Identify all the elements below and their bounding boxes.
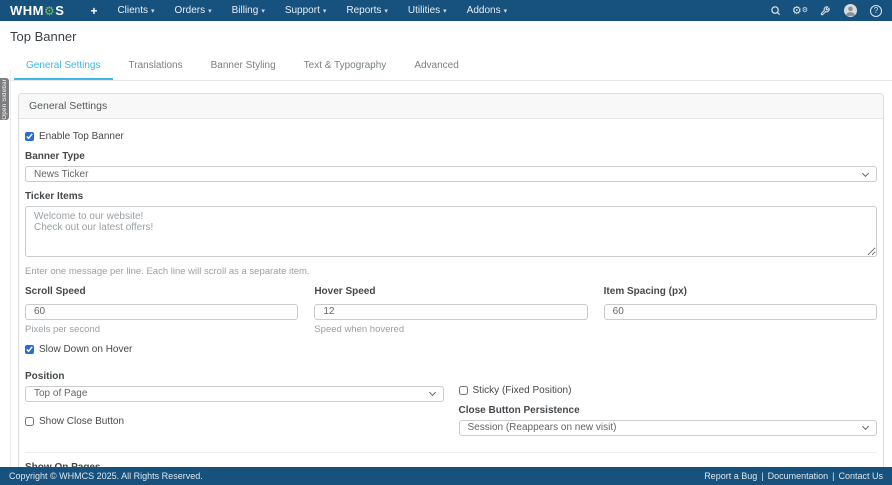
section-divider	[25, 452, 877, 453]
footer-bar: Copyright © WHMCS 2025. All Rights Reser…	[0, 467, 892, 485]
logo-text-prefix: WHM	[10, 3, 44, 18]
chevron-down-icon: ▾	[261, 7, 265, 15]
scroll-speed-label: Scroll Speed	[25, 286, 298, 297]
search-icon[interactable]	[769, 5, 781, 17]
item-spacing-input[interactable]	[604, 304, 877, 320]
tab-banner-styling[interactable]: Banner Styling	[199, 54, 288, 80]
scroll-speed-input[interactable]	[25, 304, 298, 320]
tab-translations[interactable]: Translations	[117, 54, 195, 80]
ticker-items-help: Enter one message per line. Each line wi…	[25, 266, 877, 277]
menu-addons[interactable]: Addons ▾	[467, 5, 507, 16]
page-header: Top Banner	[0, 21, 892, 44]
menu-support[interactable]: Support ▾	[285, 5, 327, 16]
select-chevron-icon	[428, 389, 435, 396]
position-label: Position	[25, 371, 444, 382]
sticky-checkbox[interactable]	[459, 386, 468, 395]
hover-speed-label: Hover Speed	[314, 286, 587, 297]
footer-links: Report a Bug | Documentation | Contact U…	[704, 471, 883, 481]
system-settings-cogs-icon[interactable]: ⚙⚙	[794, 5, 806, 17]
open-sidebar-toggle[interactable]: Open Sidebar	[0, 78, 9, 120]
close-persistence-select[interactable]: Session (Reappears on new visit)	[459, 420, 878, 436]
logo-gear-icon: ⚙	[44, 4, 55, 18]
select-chevron-icon	[862, 423, 869, 430]
quick-add-button[interactable]: +	[90, 4, 97, 18]
footer-separator: |	[832, 471, 834, 481]
documentation-link[interactable]: Documentation	[768, 471, 829, 481]
enable-top-banner-row: Enable Top Banner	[25, 131, 877, 142]
chevron-down-icon: ▾	[504, 7, 508, 15]
show-close-button-checkbox[interactable]	[25, 417, 34, 426]
ticker-items-textarea[interactable]	[25, 206, 877, 257]
slow-down-hover-row: Slow Down on Hover	[25, 344, 877, 355]
banner-type-select[interactable]: News Ticker	[25, 166, 877, 182]
show-close-button-row: Show Close Button	[25, 416, 444, 427]
wrench-icon[interactable]	[819, 5, 831, 17]
contact-us-link[interactable]: Contact Us	[838, 471, 883, 481]
enable-top-banner-checkbox[interactable]	[25, 132, 34, 141]
item-spacing-label: Item Spacing (px)	[604, 286, 877, 297]
main-menu: Clients ▾ Orders ▾ Billing ▾ Support ▾ R…	[117, 5, 507, 16]
user-avatar[interactable]	[844, 4, 857, 17]
show-close-button-label: Show Close Button	[39, 416, 124, 427]
help-icon[interactable]: ?	[870, 5, 882, 17]
report-a-bug-link[interactable]: Report a Bug	[704, 471, 757, 481]
menu-reports[interactable]: Reports ▾	[346, 5, 388, 16]
menu-billing[interactable]: Billing ▾	[232, 5, 265, 16]
menu-clients[interactable]: Clients ▾	[117, 5, 154, 16]
open-sidebar-label: Open Sidebar	[2, 79, 8, 120]
top-navbar: WHM⚙S + Clients ▾ Orders ▾ Billing ▾ Sup…	[0, 0, 892, 21]
panel-header: General Settings	[19, 94, 883, 119]
menu-utilities[interactable]: Utilities ▾	[408, 5, 447, 16]
content-left-divider	[10, 70, 11, 467]
tab-advanced[interactable]: Advanced	[402, 54, 470, 80]
chevron-down-icon: ▾	[443, 7, 447, 15]
chevron-down-icon: ▾	[323, 7, 327, 15]
page-title: Top Banner	[10, 29, 882, 44]
whmcs-logo[interactable]: WHM⚙S	[10, 3, 64, 18]
tab-text-typography[interactable]: Text & Typography	[292, 54, 399, 80]
tab-bar: General Settings Translations Banner Sty…	[0, 54, 892, 81]
close-persistence-label: Close Button Persistence	[459, 405, 878, 416]
footer-separator: |	[761, 471, 763, 481]
chevron-down-icon: ▾	[151, 7, 155, 15]
hover-speed-input[interactable]	[314, 304, 587, 320]
copyright-text: Copyright © WHMCS 2025. All Rights Reser…	[9, 471, 203, 481]
tab-general-settings[interactable]: General Settings	[14, 54, 113, 80]
scroll-speed-help: Pixels per second	[25, 324, 298, 335]
select-chevron-icon	[862, 169, 869, 176]
chevron-down-icon: ▾	[208, 7, 212, 15]
chevron-down-icon: ▾	[384, 7, 388, 15]
logo-text-suffix: S	[55, 3, 64, 18]
enable-top-banner-label: Enable Top Banner	[39, 131, 124, 142]
slow-down-hover-label: Slow Down on Hover	[39, 344, 132, 355]
sticky-label: Sticky (Fixed Position)	[473, 385, 572, 396]
banner-type-label: Banner Type	[25, 151, 877, 162]
general-settings-panel: General Settings Enable Top Banner Banne…	[18, 93, 884, 485]
ticker-items-label: Ticker Items	[25, 191, 877, 202]
sticky-row: Sticky (Fixed Position)	[459, 385, 878, 396]
hover-speed-help: Speed when hovered	[314, 324, 587, 335]
navbar-utility-icons: ⚙⚙ ?	[769, 4, 882, 17]
menu-orders[interactable]: Orders ▾	[175, 5, 212, 16]
slow-down-hover-checkbox[interactable]	[25, 345, 34, 354]
position-select[interactable]: Top of Page	[25, 386, 444, 402]
